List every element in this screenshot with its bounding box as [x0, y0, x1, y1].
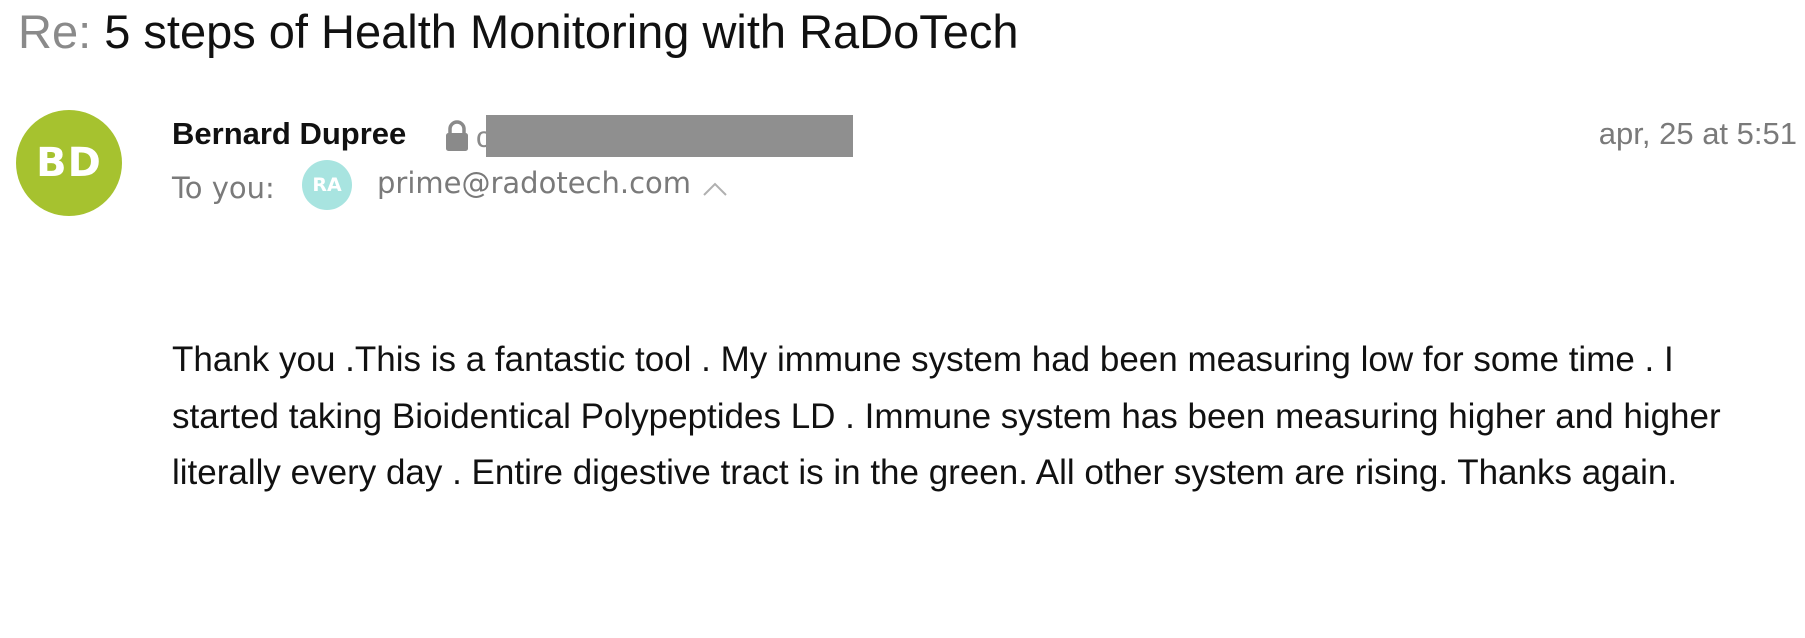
sender-name[interactable]: Bernard Dupree: [172, 114, 406, 154]
recipient-avatar-initials: RA: [312, 174, 342, 196]
message-body: Thank you .This is a fantastic tool . My…: [172, 332, 1732, 502]
message-date: apr, 25 at 5:51: [1598, 116, 1797, 151]
subject-title: 5 steps of Health Monitoring with RaDoTe…: [104, 5, 1019, 58]
subject-prefix: Re:: [18, 5, 92, 58]
recipient-email[interactable]: prime@radotech.com: [377, 163, 691, 203]
chevron-up-icon[interactable]: [701, 178, 729, 198]
sender-avatar[interactable]: BD: [16, 110, 122, 216]
to-label: To you:: [172, 171, 275, 205]
lock-icon: [446, 120, 468, 151]
message-body-text: Thank you .This is a fantastic tool . My…: [172, 340, 1721, 492]
redaction-bar: [486, 115, 853, 157]
recipient-avatar[interactable]: RA: [302, 160, 352, 210]
sender-avatar-initials: BD: [36, 140, 102, 186]
email-subject: Re: 5 steps of Health Monitoring with Ra…: [18, 2, 1019, 62]
